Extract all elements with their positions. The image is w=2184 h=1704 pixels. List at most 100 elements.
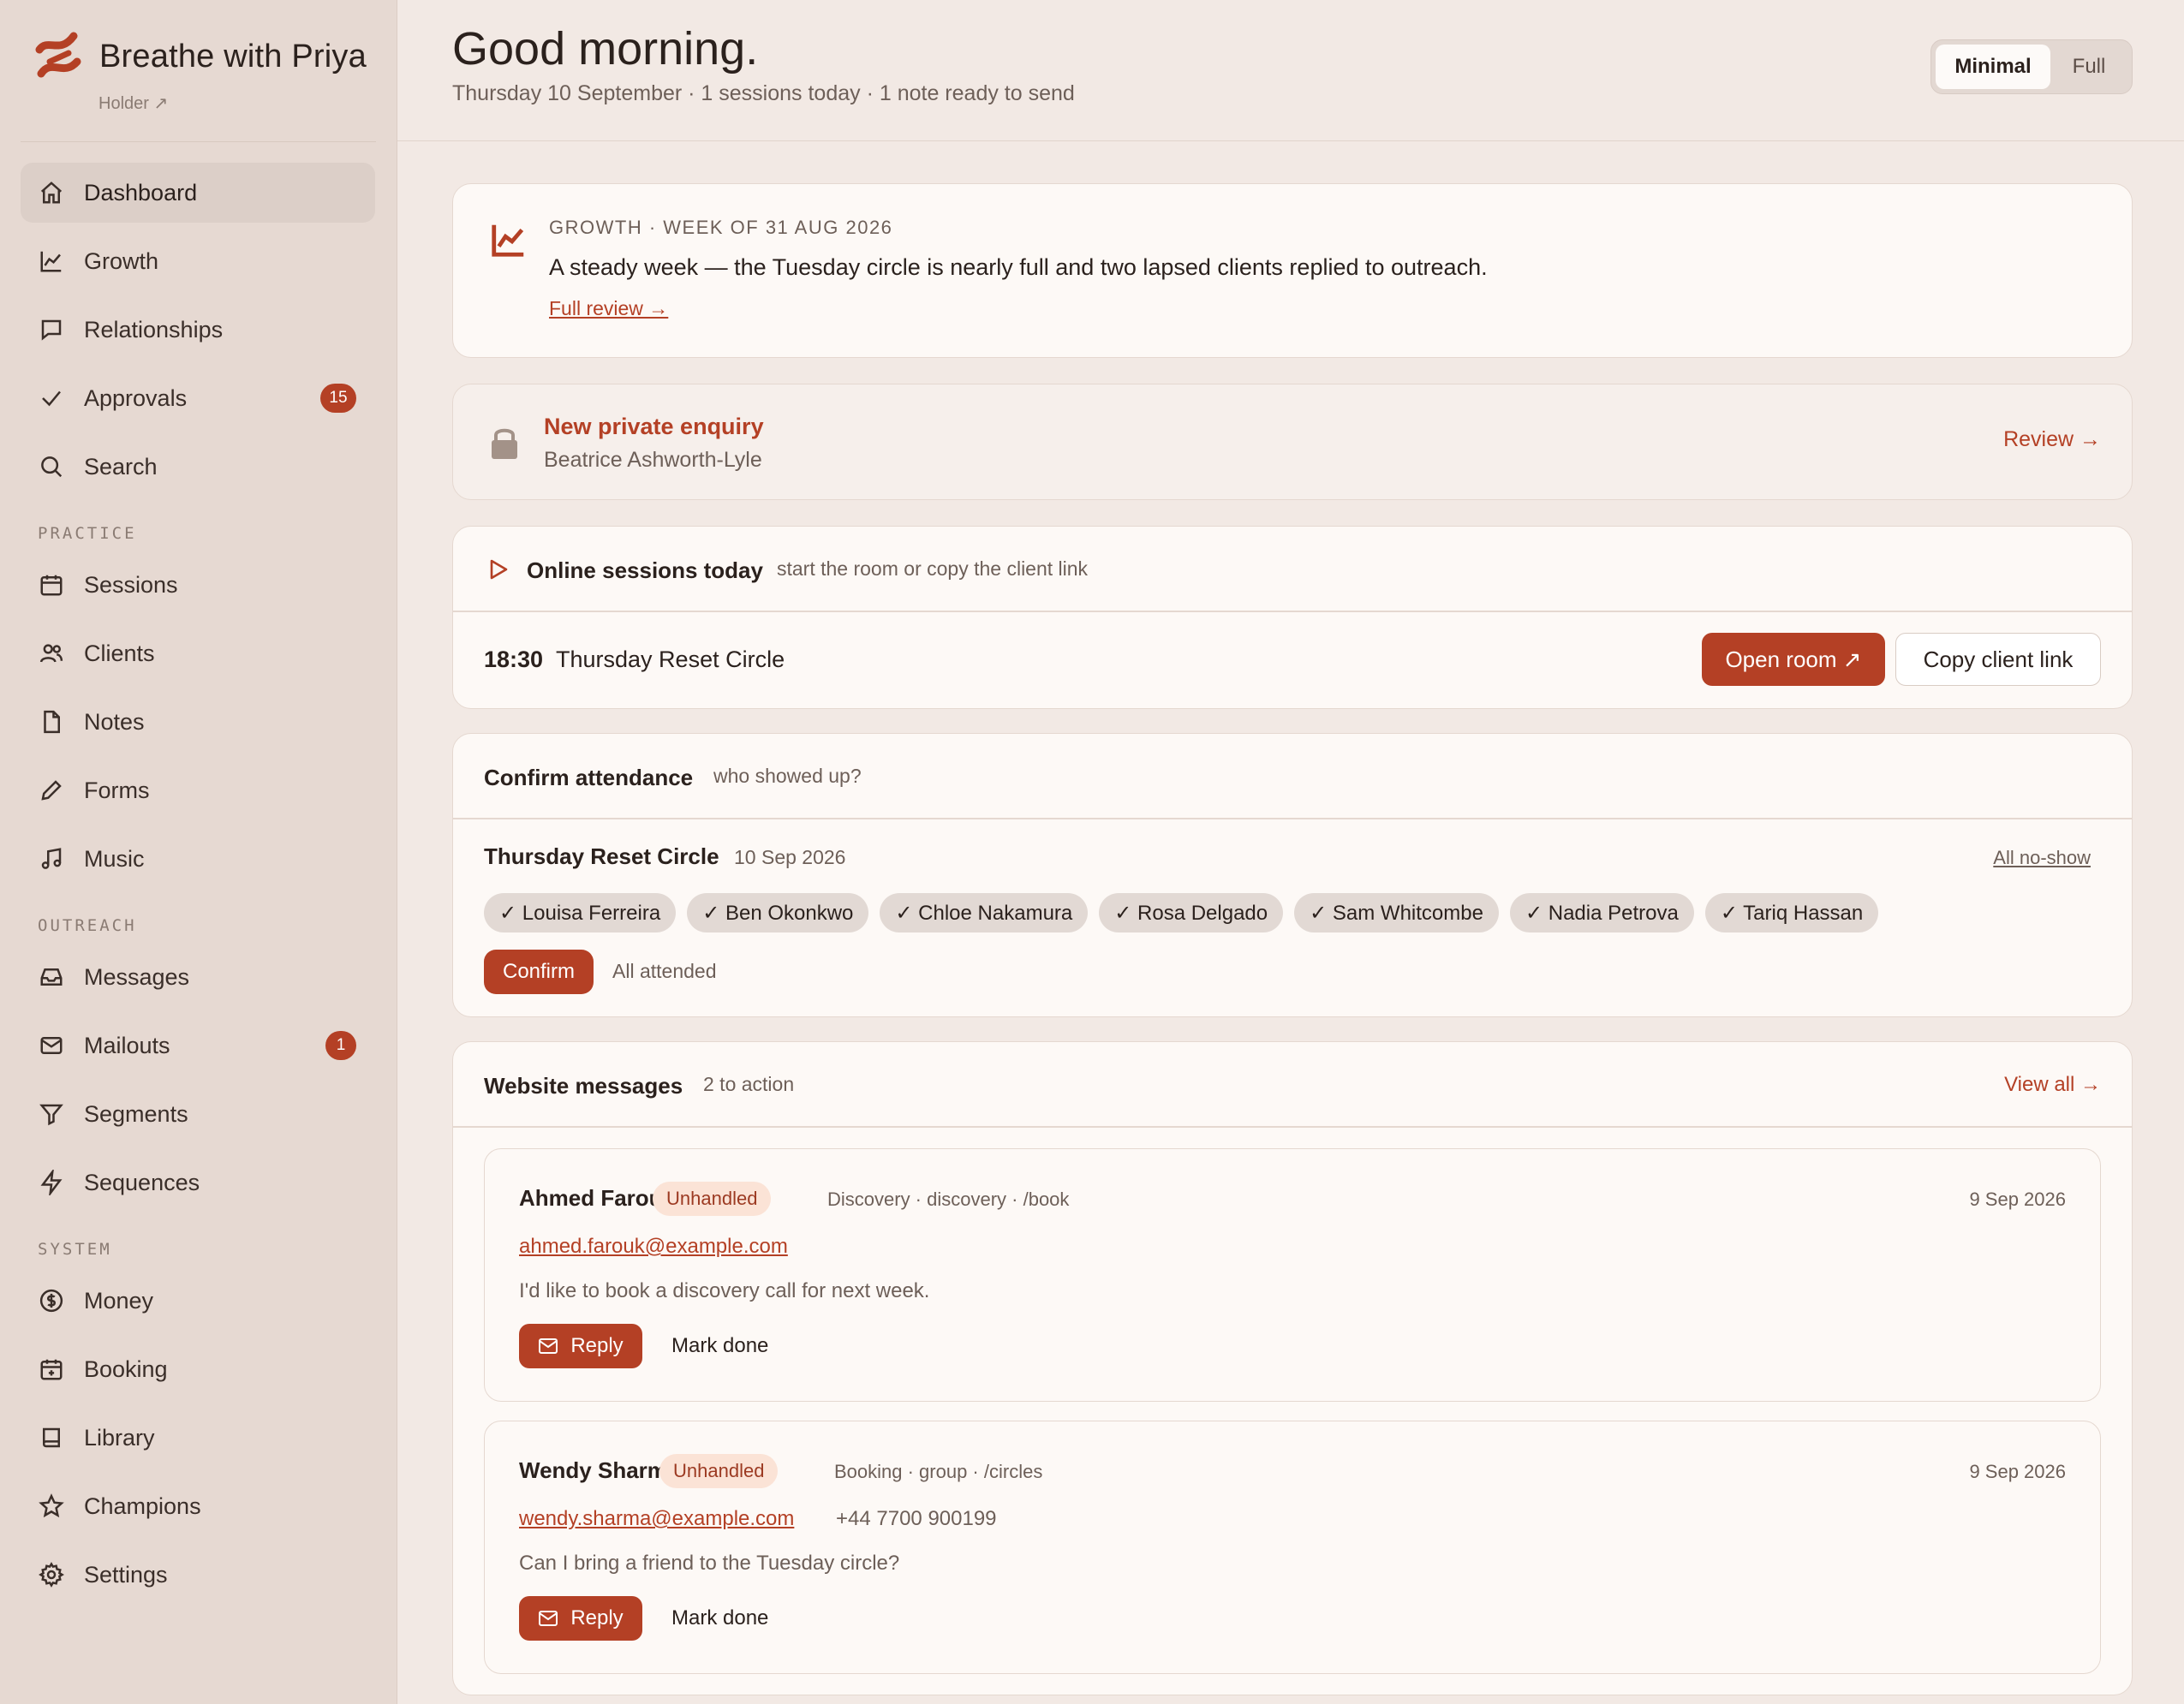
sidebar-item-label: Booking xyxy=(84,1355,168,1382)
sidebar-item-label: Approvals xyxy=(84,384,188,411)
attendance-title: Confirm attendance xyxy=(484,765,694,790)
confirm-button[interactable]: Confirm xyxy=(484,950,594,994)
sidebar-item-approvals[interactable]: Approvals 15 xyxy=(21,368,375,428)
sidebar-nav: Dashboard Growth Relationships Approvals… xyxy=(21,163,375,1613)
all-no-show-link[interactable]: All no-show xyxy=(1993,847,2091,869)
sidebar-item-label: Champions xyxy=(84,1492,201,1519)
brand-logo-icon xyxy=(35,32,81,78)
full-review-link[interactable]: Full review → xyxy=(549,297,668,320)
attendee-chip[interactable]: ✓ Ben Okonkwo xyxy=(687,893,869,932)
sender-email[interactable]: wendy.sharma@example.com xyxy=(519,1507,794,1531)
sidebar-item-money[interactable]: Money xyxy=(21,1271,375,1331)
sidebar-item-sessions[interactable]: Sessions xyxy=(21,555,375,615)
status-badge: Unhandled xyxy=(659,1454,779,1488)
sidebar-item-label: Search xyxy=(84,453,158,480)
sidebar-item-label: Notes xyxy=(84,708,145,735)
message-body: Can I bring a friend to the Tuesday circ… xyxy=(519,1552,900,1575)
sidebar-item-sequences[interactable]: Sequences xyxy=(21,1153,375,1212)
growth-eyebrow: GROWTH · WEEK OF 31 AUG 2026 xyxy=(549,217,893,238)
session-time: 18:30 xyxy=(484,646,544,672)
message-item: Wendy Sharma Unhandled Booking · group ·… xyxy=(484,1421,2101,1674)
sidebar-item-label: Music xyxy=(84,845,145,872)
sidebar-item-label: Growth xyxy=(84,247,159,274)
star-icon xyxy=(38,1492,65,1520)
attendee-chip[interactable]: ✓ Chloe Nakamura xyxy=(880,893,1089,932)
sidebar-item-clients[interactable]: Clients xyxy=(21,623,375,683)
brand-name: Breathe with Priya xyxy=(99,38,367,74)
sidebar-item-champions[interactable]: Champions xyxy=(21,1476,375,1536)
session-name: Thursday Reset Circle xyxy=(556,646,785,672)
sidebar-item-label: Sequences xyxy=(84,1169,200,1195)
sender-name: Ahmed Farouk xyxy=(519,1185,676,1211)
website-messages-card: Website messages 2 to action View all → … xyxy=(452,1041,2133,1695)
review-link[interactable]: Review → xyxy=(2003,427,2101,452)
open-room-button[interactable]: Open room ↗ xyxy=(1702,633,1885,686)
mark-done-button[interactable]: Mark done xyxy=(671,1606,768,1630)
calendar-icon xyxy=(38,571,65,599)
search-icon xyxy=(38,453,65,480)
website-count: 2 to action xyxy=(703,1073,795,1095)
sidebar-item-forms[interactable]: Forms xyxy=(21,760,375,820)
page-title: Good morning. xyxy=(452,23,759,74)
message-meta: Booking · group · /circles xyxy=(834,1461,1043,1482)
approvals-badge: 15 xyxy=(320,384,356,413)
status-badge: Unhandled xyxy=(653,1182,772,1216)
sender-phone: +44 7700 900199 xyxy=(836,1507,997,1530)
reply-button[interactable]: Reply xyxy=(519,1324,642,1368)
sidebar-item-library[interactable]: Library xyxy=(21,1408,375,1468)
mail-icon xyxy=(539,1611,558,1626)
page-subtitle: Thursday 10 September · 1 sessions today… xyxy=(452,81,1075,105)
mark-done-button[interactable]: Mark done xyxy=(671,1334,768,1358)
sidebar-item-music[interactable]: Music xyxy=(21,829,375,889)
sidebar-item-dashboard[interactable]: Dashboard xyxy=(21,163,375,223)
sidebar-item-label: Library xyxy=(84,1424,155,1451)
enquiry-card[interactable]: New private enquiry Beatrice Ashworth-Ly… xyxy=(452,384,2133,500)
sidebar-item-search[interactable]: Search xyxy=(21,437,375,497)
attendance-session: Thursday Reset Circle xyxy=(484,843,719,869)
sidebar-item-growth[interactable]: Growth xyxy=(21,231,375,291)
play-icon xyxy=(487,557,510,586)
sidebar-item-label: Segments xyxy=(84,1100,188,1127)
sidebar-item-label: Forms xyxy=(84,777,150,803)
sidebar-item-segments[interactable]: Segments xyxy=(21,1084,375,1144)
attendee-chip[interactable]: ✓ Sam Whitcombe xyxy=(1294,893,1499,932)
attendee-chip[interactable]: ✓ Rosa Delgado xyxy=(1099,893,1284,932)
sidebar-item-notes[interactable]: Notes xyxy=(21,692,375,752)
attendee-chip[interactable]: ✓ Nadia Petrova xyxy=(1509,893,1694,932)
sidebar-item-settings[interactable]: Settings xyxy=(21,1545,375,1605)
sidebar-item-label: Relationships xyxy=(84,316,224,343)
sidebar-item-booking[interactable]: Booking xyxy=(21,1339,375,1399)
reply-label: Reply xyxy=(570,1334,624,1357)
file-icon xyxy=(38,708,65,736)
toggle-minimal[interactable]: Minimal xyxy=(1936,45,2050,89)
enquiry-title: New private enquiry xyxy=(544,414,764,439)
attendee-chip[interactable]: ✓ Louisa Ferreira xyxy=(484,893,677,932)
reply-button[interactable]: Reply xyxy=(519,1596,642,1641)
sender-email[interactable]: ahmed.farouk@example.com xyxy=(519,1235,788,1259)
toggle-full[interactable]: Full xyxy=(2050,45,2127,89)
check-icon xyxy=(38,384,65,412)
chat-icon xyxy=(38,316,65,343)
website-title: Website messages xyxy=(484,1073,683,1099)
gear-icon xyxy=(38,1561,65,1588)
brand[interactable]: Breathe with Priya xyxy=(34,31,367,82)
attendance-card: Confirm attendance who showed up? Thursd… xyxy=(452,733,2133,1017)
sidebar-item-messages[interactable]: Messages xyxy=(21,947,375,1007)
attendee-chip[interactable]: ✓ Tariq Hassan xyxy=(1704,893,1879,932)
section-practice: PRACTICE xyxy=(38,524,137,543)
filter-icon xyxy=(38,1100,65,1128)
holder-link[interactable]: Holder ↗ xyxy=(98,92,168,114)
card-divider xyxy=(453,1126,2132,1128)
view-all-link[interactable]: View all → xyxy=(2004,1073,2101,1097)
sidebar-item-mailouts[interactable]: Mailouts 1 xyxy=(21,1016,375,1075)
attendance-date: 10 Sep 2026 xyxy=(734,846,846,868)
sidebar-item-label: Settings xyxy=(84,1561,168,1588)
section-outreach: OUTREACH xyxy=(38,916,137,935)
section-system: SYSTEM xyxy=(38,1240,112,1259)
sidebar-item-relationships[interactable]: Relationships xyxy=(21,300,375,360)
online-hint: start the room or copy the client link xyxy=(777,557,1089,580)
sidebar-item-label: Dashboard xyxy=(84,179,198,206)
copy-client-link-button[interactable]: Copy client link xyxy=(1895,633,2101,686)
sidebar-item-label: Clients xyxy=(84,640,155,666)
inbox-icon xyxy=(38,963,65,991)
